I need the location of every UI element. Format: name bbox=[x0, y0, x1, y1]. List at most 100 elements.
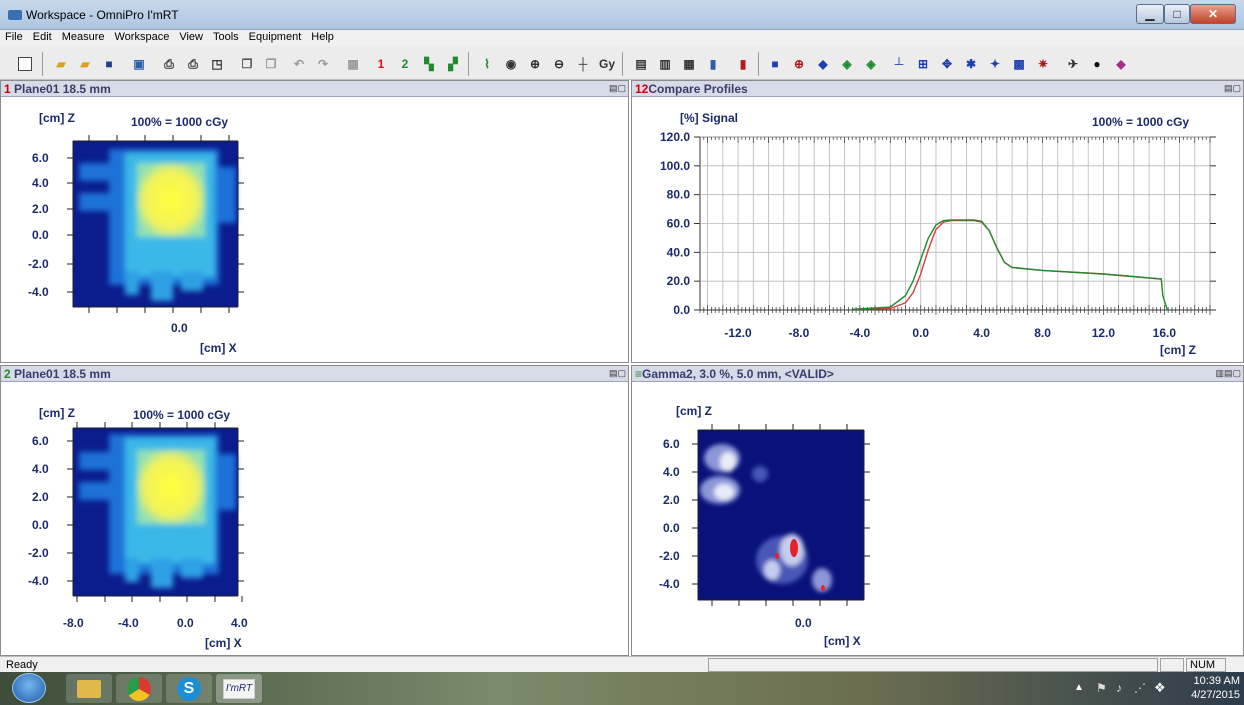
window-title: Workspace - OmniPro I'mRT bbox=[26, 8, 179, 22]
print-setup-icon[interactable]: ⎙ bbox=[184, 55, 202, 73]
imrt-icon: I'mRT bbox=[223, 679, 255, 699]
field-square-icon[interactable]: ■ bbox=[766, 55, 784, 73]
plane2-panel: 2 Plane01 18.5 mm ▤▢ [cm] Z 100% = 1000 … bbox=[0, 365, 629, 656]
save-icon[interactable]: ■ bbox=[100, 55, 118, 73]
profiles-x-unit: [cm] Z bbox=[1160, 343, 1196, 357]
select-plane-1-button[interactable]: 1 bbox=[372, 55, 390, 73]
profile-tick-labels: 120.0 100.0 80.0 60.0 40.0 20.0 0.0 -12.0 -8.0 -4… bbox=[660, 130, 1176, 340]
gamma-fail-region bbox=[775, 553, 779, 559]
profile-xtick-label: -8.0 bbox=[789, 326, 810, 340]
maximize-button[interactable]: □ bbox=[1164, 4, 1190, 24]
settings-icon[interactable]: ✷ bbox=[1034, 55, 1052, 73]
open-recent-icon[interactable]: ▰ bbox=[76, 55, 94, 73]
undo-icon[interactable]: ↶ bbox=[290, 55, 308, 73]
roi-icon[interactable]: ◉ bbox=[502, 55, 520, 73]
profile-xtick-label: -4.0 bbox=[850, 326, 871, 340]
gamma-ytick: 2.0 bbox=[663, 493, 680, 507]
profile-icon[interactable]: ┼ bbox=[574, 55, 592, 73]
toolbar: ▰ ▰ ■ ▣ ⎙ ⎙ ◳ ❐ ❐ ↶ ↷ ▦ 1 2 ▚ ▞ ⌇ ◉ ⊕ ⊖ … bbox=[0, 46, 1244, 80]
profile-ytick-label: 40.0 bbox=[667, 245, 691, 259]
profile-series-line-1 bbox=[852, 219, 1162, 310]
plane2-ytick: 2.0 bbox=[32, 490, 49, 504]
menu-file[interactable]: File bbox=[0, 30, 28, 43]
zoom-in-icon[interactable]: ⊕ bbox=[526, 55, 544, 73]
new-file-icon[interactable] bbox=[18, 57, 32, 71]
menu-equipment[interactable]: Equipment bbox=[244, 30, 307, 43]
window-icon[interactable]: ▤ bbox=[632, 55, 650, 73]
mirror-icon[interactable]: ✦ bbox=[986, 55, 1004, 73]
shift-icon[interactable]: ┴ bbox=[890, 55, 908, 73]
plane2-ytick: -4.0 bbox=[28, 574, 49, 588]
gamma-ytick: 6.0 bbox=[663, 437, 680, 451]
grid-icon[interactable]: ▩ bbox=[1010, 55, 1028, 73]
open-folder-icon[interactable]: ▰ bbox=[52, 55, 70, 73]
plane2-xtick: 4.0 bbox=[231, 616, 248, 630]
explorer-taskbar-button[interactable] bbox=[66, 674, 112, 703]
redo-icon[interactable]: ↷ bbox=[314, 55, 332, 73]
gamma-fail-region bbox=[821, 585, 825, 591]
crosshair-icon[interactable]: ⊕ bbox=[790, 55, 808, 73]
paste-icon[interactable]: ❐ bbox=[262, 55, 280, 73]
clock-date: 4/27/2015 bbox=[1191, 689, 1240, 701]
histogram-icon[interactable]: ▮ bbox=[704, 55, 722, 73]
units-gy-button[interactable]: Gy bbox=[598, 55, 616, 73]
gamma-map[interactable] bbox=[632, 366, 1244, 656]
gantry-icon[interactable]: ◆ bbox=[814, 55, 832, 73]
show-hidden-icons-icon[interactable]: ▲ bbox=[1074, 682, 1084, 693]
plane1-dose-map[interactable] bbox=[1, 81, 629, 363]
calculator-icon[interactable]: ▦ bbox=[344, 55, 362, 73]
network-icon[interactable]: ⋰ bbox=[1134, 681, 1146, 695]
status-bar: Ready NUM bbox=[0, 656, 1244, 672]
export-icon[interactable]: ▣ bbox=[130, 55, 148, 73]
plane2-dose-map[interactable] bbox=[1, 366, 629, 656]
rotate-icon[interactable]: ✱ bbox=[962, 55, 980, 73]
start-button[interactable] bbox=[12, 673, 46, 703]
clock[interactable]: 10:39 AM 4/27/2015 bbox=[1174, 674, 1240, 702]
gamma-icon[interactable]: ◈ bbox=[838, 55, 856, 73]
profile-chart[interactable]: 120.0 100.0 80.0 60.0 40.0 20.0 0.0 -12.0 -8.0 -4… bbox=[632, 81, 1244, 363]
plane1-ytick: -4.0 bbox=[28, 285, 49, 299]
profile-xtick-label: 12.0 bbox=[1092, 326, 1116, 340]
chrome-taskbar-button[interactable] bbox=[116, 674, 162, 703]
isodose-icon[interactable]: ⌇ bbox=[478, 55, 496, 73]
bar-chart-icon[interactable]: ▮ bbox=[734, 55, 752, 73]
difference-icon[interactable]: ▞ bbox=[444, 55, 462, 73]
plane1-ytick: 0.0 bbox=[32, 228, 49, 242]
menu-edit[interactable]: Edit bbox=[28, 30, 57, 43]
menu-help[interactable]: Help bbox=[306, 30, 339, 43]
zoom-all-icon[interactable]: ⊖ bbox=[550, 55, 568, 73]
gamma-compare-icon[interactable]: ◈ bbox=[862, 55, 880, 73]
plane1-ytick: 6.0 bbox=[32, 151, 49, 165]
skype-taskbar-button[interactable]: S bbox=[166, 674, 212, 703]
compare-planes-icon[interactable]: ▚ bbox=[420, 55, 438, 73]
plane2-xtick: 0.0 bbox=[177, 616, 194, 630]
minimize-button[interactable]: ▁ bbox=[1136, 4, 1164, 24]
move-icon[interactable]: ✥ bbox=[938, 55, 956, 73]
select-plane-2-button[interactable]: 2 bbox=[396, 55, 414, 73]
flag-icon[interactable]: ⚑ bbox=[1096, 681, 1107, 695]
matrix-icon[interactable]: ▦ bbox=[680, 55, 698, 73]
tools-icon[interactable]: ✈ bbox=[1064, 55, 1082, 73]
print-preview-icon[interactable]: ◳ bbox=[208, 55, 226, 73]
plane2-ytick: 6.0 bbox=[32, 434, 49, 448]
menu-view[interactable]: View bbox=[174, 30, 208, 43]
table-icon[interactable]: ▥ bbox=[656, 55, 674, 73]
toolbar-separator bbox=[42, 52, 43, 76]
chrome-icon bbox=[127, 677, 151, 701]
status-text: Ready bbox=[6, 659, 38, 671]
toolbar-separator bbox=[622, 52, 623, 76]
print-icon[interactable]: ⎙ bbox=[160, 55, 178, 73]
speaker-icon[interactable]: ♪ bbox=[1116, 681, 1122, 695]
dropbox-icon[interactable]: ❖ bbox=[1154, 680, 1166, 696]
close-button[interactable]: ✕ bbox=[1190, 4, 1236, 24]
copy-icon[interactable]: ❐ bbox=[238, 55, 256, 73]
menu-tools[interactable]: Tools bbox=[208, 30, 244, 43]
help-book-icon[interactable]: ◆ bbox=[1112, 55, 1130, 73]
info-icon[interactable]: ● bbox=[1088, 55, 1106, 73]
imrt-taskbar-button[interactable]: I'mRT bbox=[216, 674, 262, 703]
gamma-panel: ≡Gamma2, 3.0 %, 5.0 mm, <VALID> ▥▤▢ [cm]… bbox=[631, 365, 1244, 656]
menu-measure[interactable]: Measure bbox=[57, 30, 110, 43]
center-icon[interactable]: ⊞ bbox=[914, 55, 932, 73]
profile-series bbox=[852, 219, 1169, 311]
menu-workspace[interactable]: Workspace bbox=[110, 30, 175, 43]
